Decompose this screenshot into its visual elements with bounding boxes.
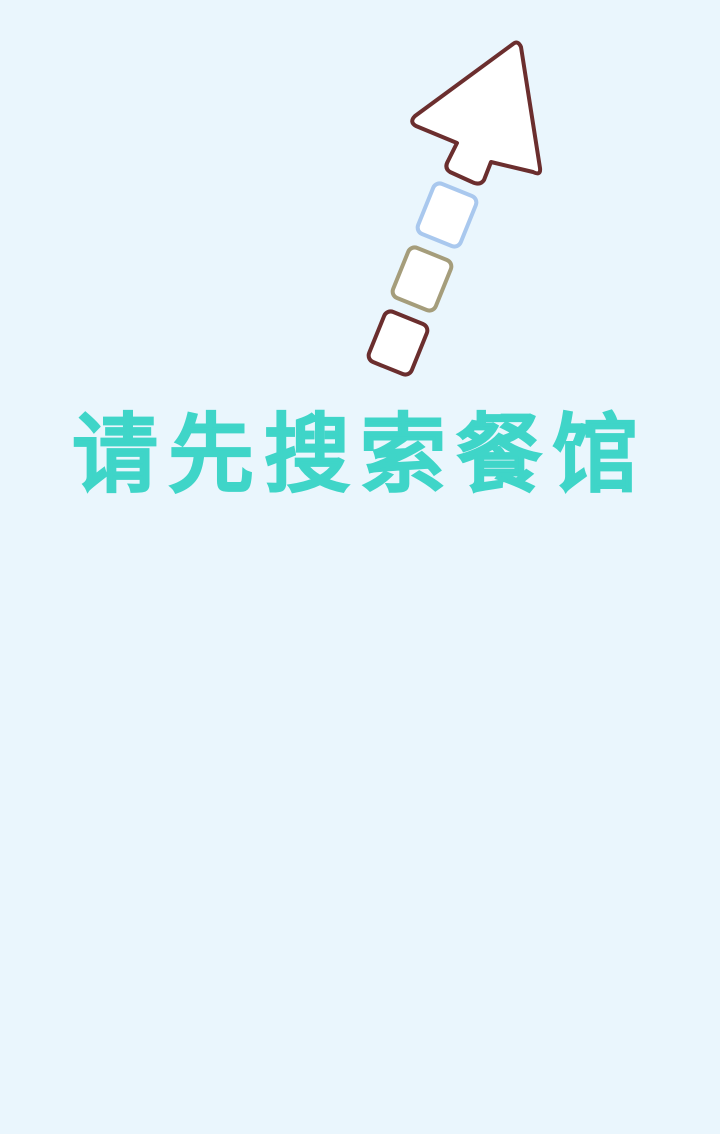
empty-state-screen: 请先搜索餐馆 bbox=[0, 0, 720, 1134]
arrow-tail-block-blue bbox=[415, 181, 479, 249]
arrow-tail-block-brown bbox=[366, 309, 430, 377]
arrow-tail-block-olive bbox=[390, 245, 454, 313]
arrow-head bbox=[410, 40, 543, 186]
empty-state-message: 请先搜索餐馆 bbox=[72, 405, 648, 506]
arrow-up-right-icon bbox=[366, 40, 543, 377]
